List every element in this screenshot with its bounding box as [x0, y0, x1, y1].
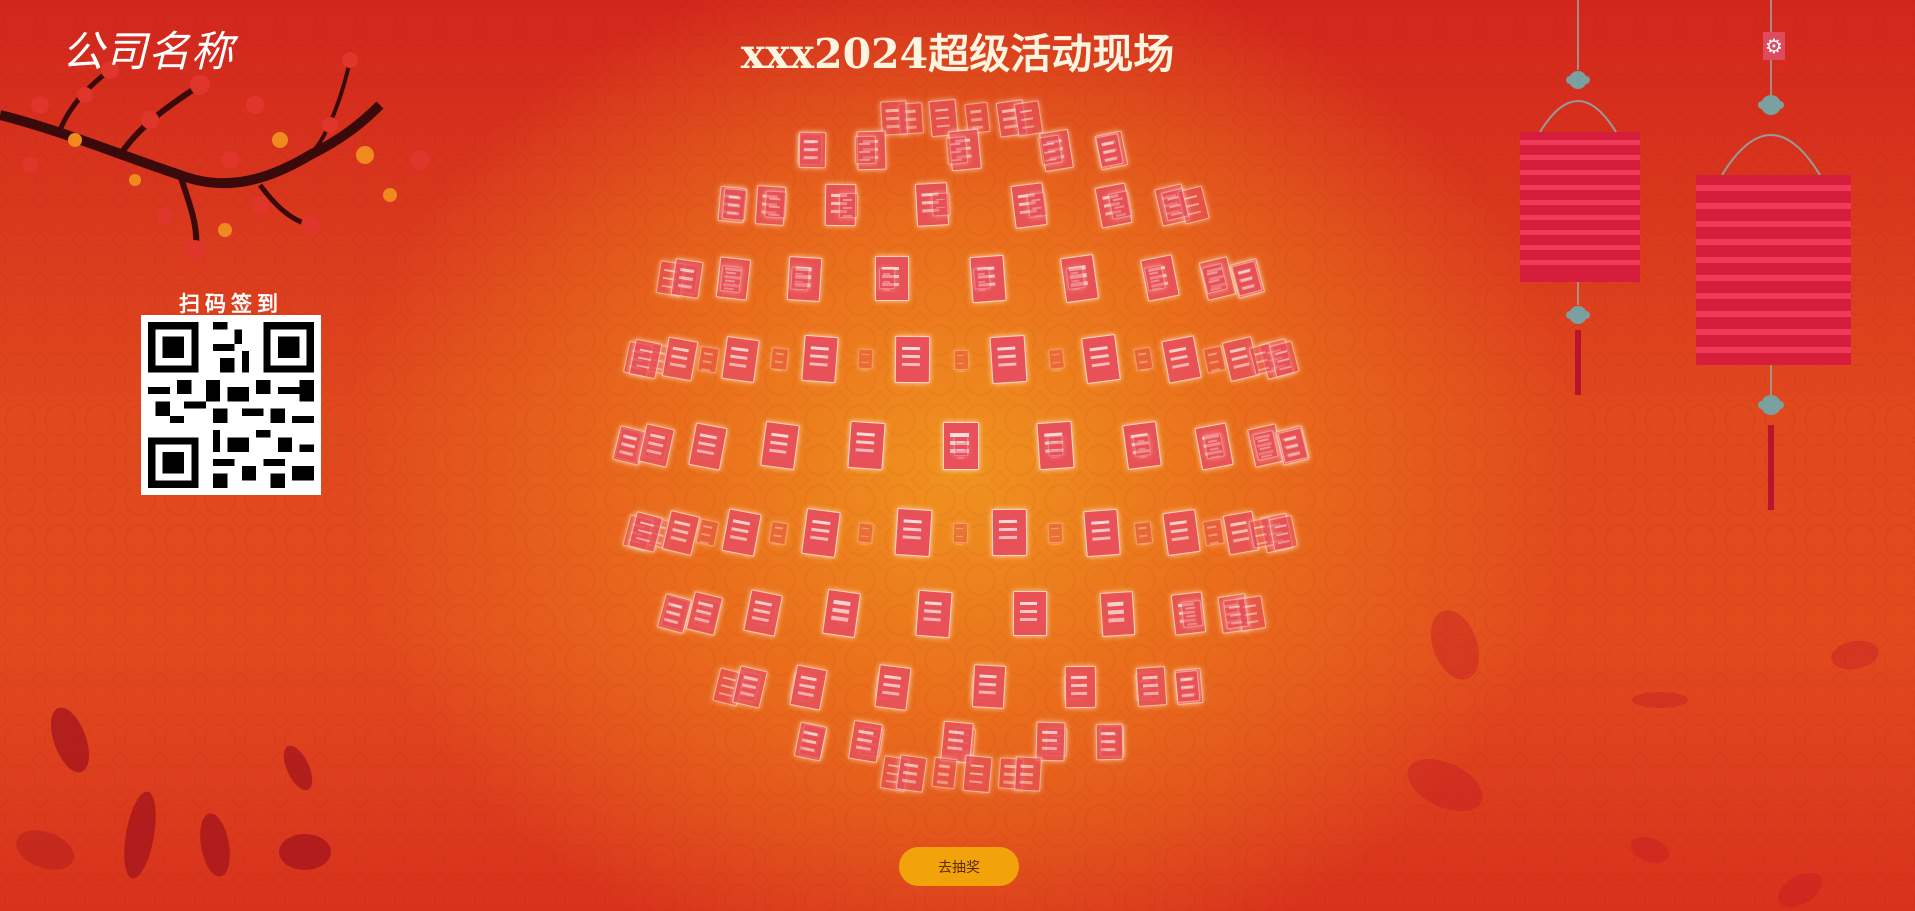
checkin-card [822, 589, 862, 638]
checkin-card [719, 264, 742, 293]
checkin-card [1160, 334, 1201, 384]
checkin-card [742, 589, 783, 638]
checkin-card [1013, 100, 1043, 137]
checkin-card [1223, 597, 1250, 630]
checkin-card [1047, 435, 1064, 457]
checkin-card [790, 266, 810, 291]
checkin-card [688, 422, 728, 470]
checkin-card [662, 336, 699, 382]
checkin-card [1202, 518, 1225, 547]
checkin-card [838, 192, 858, 218]
checkin-card [973, 267, 991, 290]
checkin-card [685, 591, 724, 636]
checkin-card [799, 132, 827, 169]
checkin-card [1037, 134, 1063, 166]
checkin-card [670, 257, 705, 300]
checkin-card [847, 720, 883, 764]
checkin-card [789, 664, 828, 710]
checkin-card [894, 335, 931, 383]
checkin-card [930, 757, 958, 791]
checkin-card [697, 345, 720, 373]
checkin-card [854, 135, 877, 165]
checkin-card [769, 347, 789, 372]
checkin-card [1014, 755, 1042, 792]
checkin-card [953, 436, 969, 456]
checkin-card [1268, 514, 1299, 552]
checkin-card [874, 663, 912, 711]
checkin-card [931, 192, 951, 218]
checkin-card [1081, 334, 1121, 385]
checkin-card [721, 335, 760, 383]
checkin-card [1174, 670, 1201, 704]
checkin-card [962, 754, 994, 793]
lottery-button[interactable]: 去抽奖 [899, 847, 1019, 886]
checkin-card [989, 334, 1028, 384]
checkin-card [991, 509, 1028, 557]
checkin-card [857, 348, 875, 370]
checkin-card [856, 521, 874, 544]
checkin-card [1095, 723, 1123, 760]
checkin-card [661, 509, 701, 556]
hanging-lanterns [1520, 0, 1851, 510]
checkin-card [760, 421, 800, 471]
checkin-card [768, 520, 789, 545]
checkin-card [1133, 347, 1154, 372]
checkin-card [878, 267, 896, 290]
checkin-card [972, 664, 1007, 710]
checkin-card [1132, 434, 1152, 458]
settings-gear-icon[interactable]: ⚙ [1763, 32, 1785, 60]
checkin-card [1099, 590, 1136, 637]
checkin-card [628, 338, 663, 380]
checkin-card [1065, 665, 1098, 709]
checkin-card [721, 188, 748, 222]
checkin-card [894, 508, 933, 558]
checkin-card [1035, 721, 1066, 762]
checkin-card-sphere [600, 98, 1320, 820]
checkin-card [721, 508, 762, 558]
checkin-card [764, 190, 787, 220]
checkin-card [895, 754, 927, 794]
checkin-card [953, 349, 970, 370]
checkin-card [1107, 190, 1133, 220]
checkin-card [1133, 520, 1153, 545]
checkin-card [793, 721, 827, 762]
checkin-card [945, 136, 969, 165]
checkin-card [801, 335, 840, 384]
checkin-card [695, 518, 720, 547]
checkin-card [1012, 590, 1047, 637]
checkin-card [1180, 599, 1203, 628]
checkin-card [1026, 191, 1048, 219]
checkin-card [1082, 508, 1121, 557]
checkin-label: 扫码签到 [179, 292, 283, 316]
checkin-card [1047, 522, 1065, 544]
checkin-card [1135, 666, 1168, 708]
checkin-card [1065, 266, 1085, 291]
checkin-card [847, 421, 886, 471]
checkin-card [1048, 348, 1066, 371]
checkin-card [801, 507, 841, 558]
checkin-card [915, 589, 953, 638]
checkin-card [1162, 509, 1201, 557]
checkin-card [952, 522, 969, 543]
checkin-qr-code [141, 315, 321, 495]
